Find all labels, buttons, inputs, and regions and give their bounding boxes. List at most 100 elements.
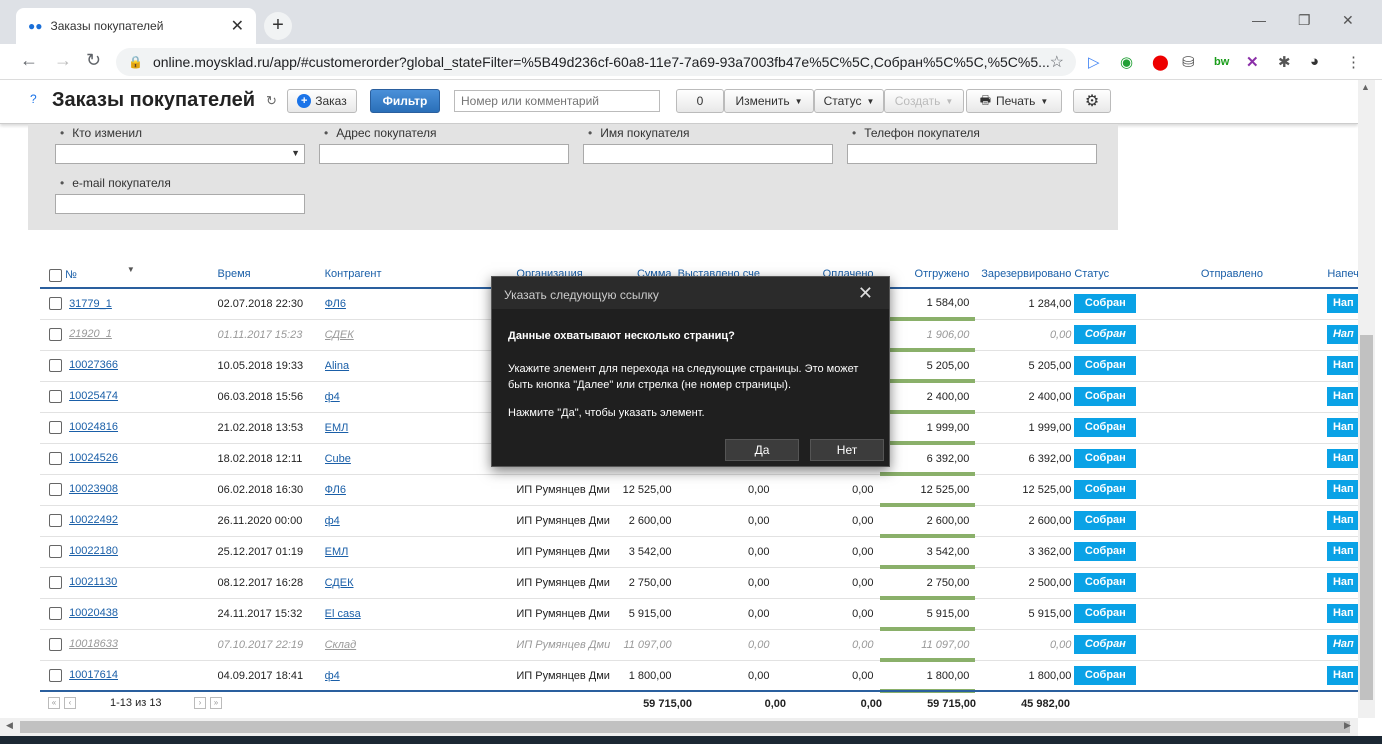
row-checkbox[interactable] bbox=[49, 576, 62, 589]
x-extension-icon[interactable]: ✕ bbox=[1246, 53, 1259, 71]
row-checkbox[interactable] bbox=[49, 359, 62, 372]
back-icon[interactable]: ← bbox=[20, 50, 38, 71]
bw-extension-icon[interactable]: bw bbox=[1214, 56, 1229, 68]
order-number-link[interactable]: 10020438 bbox=[69, 607, 118, 619]
buyer-phone-input[interactable] bbox=[847, 144, 1097, 164]
status-badge[interactable]: Собран bbox=[1074, 294, 1137, 314]
print-badge[interactable]: Нап bbox=[1327, 449, 1358, 468]
database-extension-icon[interactable]: ⛁ bbox=[1182, 53, 1195, 71]
order-number-link[interactable]: 10024526 bbox=[69, 452, 118, 464]
buyer-email-input[interactable] bbox=[55, 194, 305, 214]
col-header-agent[interactable]: Контрагент bbox=[324, 260, 517, 289]
order-number-link[interactable]: 10018633 bbox=[69, 638, 118, 650]
col-header-status[interactable]: Статус bbox=[1074, 260, 1201, 289]
menu-dots-icon[interactable]: ⋮ bbox=[1346, 53, 1361, 71]
row-checkbox[interactable] bbox=[49, 545, 62, 558]
help-icon[interactable]: ? bbox=[30, 92, 37, 106]
opera-extension-icon[interactable]: ⬤ bbox=[1152, 53, 1169, 71]
order-number-link[interactable]: 21920_1 bbox=[69, 328, 112, 340]
forward-icon[interactable]: → bbox=[54, 50, 72, 71]
row-checkbox[interactable] bbox=[49, 607, 62, 620]
status-badge[interactable]: Собран bbox=[1074, 542, 1137, 561]
row-checkbox[interactable] bbox=[49, 328, 62, 341]
print-badge[interactable]: Нап bbox=[1327, 604, 1358, 623]
row-checkbox[interactable] bbox=[49, 638, 62, 651]
status-badge[interactable]: Собран bbox=[1074, 387, 1137, 406]
add-order-button[interactable]: + Заказ bbox=[287, 89, 357, 113]
row-checkbox[interactable] bbox=[49, 421, 62, 434]
print-badge[interactable]: Нап bbox=[1327, 325, 1358, 344]
order-number-link[interactable]: 10022180 bbox=[69, 545, 118, 557]
status-badge[interactable]: Собран bbox=[1074, 666, 1137, 685]
status-badge[interactable]: Собран bbox=[1074, 418, 1137, 437]
settings-gear-button[interactable]: ⚙ bbox=[1073, 89, 1111, 113]
status-badge[interactable]: Собран bbox=[1074, 635, 1137, 654]
puzzle-extension-icon[interactable]: ✱ bbox=[1278, 53, 1291, 71]
order-number-link[interactable]: 10017614 bbox=[69, 669, 118, 681]
status-badge[interactable]: Собран bbox=[1074, 449, 1137, 468]
browser-tab[interactable]: ●● Заказы покупателей ✕ bbox=[16, 8, 256, 44]
filter-button[interactable]: Фильтр bbox=[370, 89, 440, 113]
status-badge[interactable]: Собран bbox=[1074, 604, 1137, 623]
first-page-icon[interactable]: « bbox=[48, 697, 60, 709]
col-header-shipped[interactable]: Отгружено bbox=[879, 260, 976, 289]
vertical-scroll-thumb[interactable] bbox=[1360, 335, 1373, 700]
print-badge[interactable]: Нап bbox=[1327, 573, 1358, 592]
order-number-link[interactable]: 10021130 bbox=[69, 576, 117, 588]
row-checkbox[interactable] bbox=[49, 452, 62, 465]
horizontal-scrollbar[interactable]: ◀ ▶ bbox=[0, 718, 1358, 736]
table-row[interactable]: 10021130 08.12.2017 16:28 СДЕК ИП Румянцев … bbox=[40, 567, 1358, 600]
col-header-time[interactable]: Время bbox=[217, 260, 325, 289]
agent-link[interactable]: ЕМЛ bbox=[325, 546, 349, 558]
scroll-up-icon[interactable]: ▲ bbox=[1361, 82, 1370, 92]
prev-page-icon[interactable]: ‹ bbox=[64, 697, 76, 709]
close-dialog-icon[interactable]: ✕ bbox=[858, 283, 873, 304]
print-badge[interactable]: Нап bbox=[1327, 480, 1358, 499]
status-badge[interactable]: Собран bbox=[1074, 356, 1137, 375]
col-header-number[interactable]: № ▼ bbox=[40, 260, 218, 289]
who-changed-select[interactable]: ▼ bbox=[55, 144, 305, 164]
col-header-reserved[interactable]: Зарезервировано bbox=[975, 260, 1075, 289]
order-number-link[interactable]: 10024816 bbox=[69, 421, 118, 433]
agent-link[interactable]: Alina bbox=[325, 360, 349, 372]
change-dropdown[interactable]: Изменить ▼ bbox=[724, 89, 814, 113]
table-row[interactable]: 10022180 25.12.2017 01:19 ЕМЛ ИП Румянцев Д… bbox=[40, 536, 1358, 569]
agent-link[interactable]: ф4 bbox=[325, 670, 340, 682]
row-checkbox[interactable] bbox=[49, 297, 62, 311]
no-button[interactable]: Нет bbox=[810, 439, 884, 461]
profile-avatar-icon[interactable]: ◕ bbox=[1310, 53, 1319, 70]
green-circle-extension-icon[interactable]: ◉ bbox=[1120, 53, 1133, 71]
status-badge[interactable]: Собран bbox=[1074, 511, 1137, 530]
agent-link[interactable]: ф4 bbox=[325, 515, 340, 527]
new-tab-button[interactable]: + bbox=[264, 12, 292, 40]
agent-link[interactable]: El casa bbox=[325, 608, 361, 620]
yes-button[interactable]: Да bbox=[725, 439, 799, 461]
print-badge[interactable]: Нап bbox=[1327, 666, 1358, 685]
refresh-icon[interactable]: ↻ bbox=[266, 93, 277, 109]
print-badge[interactable]: Нап bbox=[1327, 387, 1358, 406]
table-row[interactable]: 10020438 24.11.2017 15:32 El casa ИП Румянц… bbox=[40, 598, 1358, 631]
agent-link[interactable]: Склад bbox=[325, 639, 357, 651]
minimize-icon[interactable]: — bbox=[1252, 12, 1266, 28]
print-badge[interactable]: Нап bbox=[1327, 294, 1358, 314]
last-page-icon[interactable]: » bbox=[210, 697, 222, 709]
horizontal-scroll-thumb[interactable] bbox=[20, 721, 1350, 733]
create-dropdown[interactable]: Создать ▼ bbox=[884, 89, 964, 113]
order-number-link[interactable]: 31779_1 bbox=[69, 298, 112, 310]
print-badge[interactable]: Нап bbox=[1327, 635, 1358, 654]
print-badge[interactable]: Нап bbox=[1327, 418, 1358, 437]
agent-link[interactable]: ф4 bbox=[325, 391, 340, 403]
order-number-link[interactable]: 10022492 bbox=[69, 514, 118, 526]
scroll-right-icon[interactable]: ▶ bbox=[1344, 720, 1351, 731]
agent-link[interactable]: СДЕК bbox=[325, 329, 354, 341]
scroll-left-icon[interactable]: ◀ bbox=[6, 720, 13, 731]
select-all-checkbox[interactable] bbox=[49, 268, 62, 282]
status-badge[interactable]: Собран bbox=[1074, 325, 1137, 344]
agent-link[interactable]: ФЛ6 bbox=[325, 298, 346, 310]
status-badge[interactable]: Собран bbox=[1074, 573, 1137, 592]
bookmark-star-icon[interactable]: ☆ bbox=[1050, 52, 1064, 72]
reload-icon[interactable]: ↻ bbox=[86, 50, 101, 71]
order-number-link[interactable]: 10025474 bbox=[69, 390, 118, 402]
row-checkbox[interactable] bbox=[49, 483, 62, 496]
agent-link[interactable]: Cube bbox=[325, 453, 351, 465]
